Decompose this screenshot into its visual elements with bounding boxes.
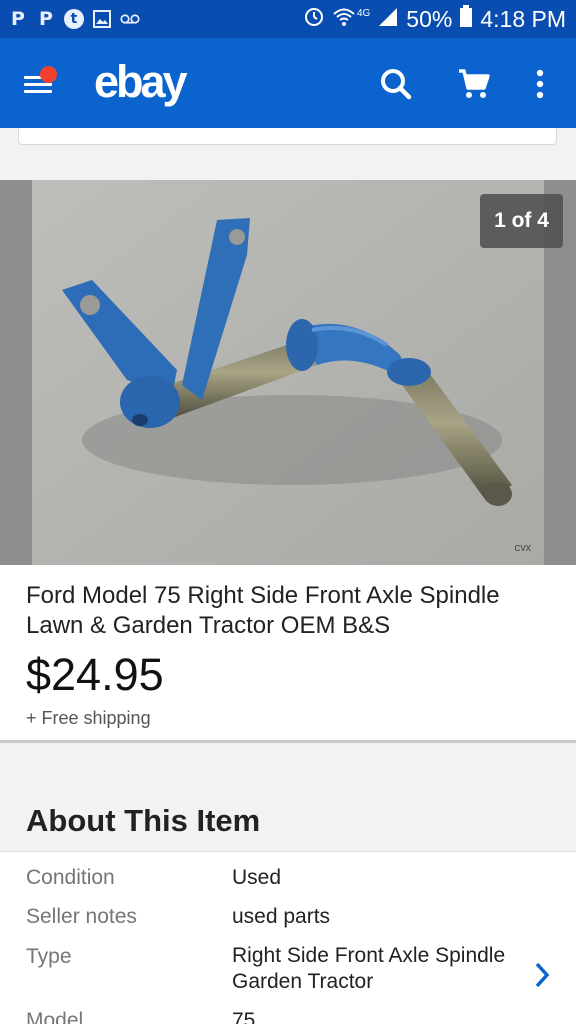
product-photo[interactable]: CVX: [32, 180, 544, 565]
spec-label-condition: Condition: [26, 866, 115, 889]
about-section-header: About This Item: [0, 743, 576, 852]
item-summary: Ford Model 75 Right Side Front Axle Spin…: [0, 565, 576, 743]
spec-value-condition: Used: [232, 866, 282, 889]
search-icon: [381, 69, 412, 100]
image-counter-badge: 1 of 4: [480, 194, 563, 248]
status-bar: P P t 4G 50% 4:18 PM: [0, 0, 576, 38]
chevron-right-icon[interactable]: [530, 960, 554, 990]
status-system-icons: 4G 50% 4:18 PM: [303, 4, 566, 34]
spindle-photo-illustration: [32, 180, 544, 565]
spec-label-seller-notes: Seller notes: [26, 905, 137, 928]
status-notification-icons: P P t: [8, 6, 140, 32]
wifi-icon: [333, 6, 355, 33]
menu-icon-bar: [24, 83, 52, 86]
battery-icon: [460, 5, 473, 33]
image-icon: [92, 9, 112, 29]
signal-icon: [378, 6, 398, 33]
menu-icon-bar: [24, 90, 52, 93]
ebay-logo[interactable]: ebay: [94, 56, 188, 108]
app-bar: ebay: [0, 38, 576, 128]
spec-value-seller-notes: used parts: [232, 905, 331, 928]
overflow-menu-button[interactable]: [522, 66, 558, 102]
photo-watermark: CVX: [514, 544, 531, 553]
notification-dot: [40, 66, 57, 83]
more-vert-icon: [536, 69, 544, 99]
cart-icon: [459, 69, 490, 98]
paypal-icon: P: [39, 8, 53, 30]
battery-level: 50%: [406, 5, 453, 32]
paypal-icon: P: [11, 8, 25, 30]
spec-value-model: 75: [232, 1009, 256, 1024]
clock: 4:18 PM: [480, 5, 566, 32]
product-image-gallery[interactable]: CVX 1 of 4: [0, 180, 576, 565]
collapsed-search-card: [18, 128, 557, 145]
network-type: 4G: [356, 7, 371, 19]
cart-button[interactable]: [456, 66, 492, 102]
voicemail-icon: [120, 9, 140, 29]
search-button[interactable]: [378, 66, 414, 102]
item-specifics: Condition Used Seller notes used parts T…: [0, 852, 576, 1024]
menu-button[interactable]: [20, 66, 60, 102]
shipping-info: + Free shipping: [26, 708, 151, 728]
spec-label-model: Model: [26, 1009, 84, 1024]
item-title: Ford Model 75 Right Side Front Axle Spin…: [26, 582, 500, 639]
item-price: $24.95: [26, 649, 164, 700]
spec-value-type[interactable]: Right Side Front Axle Spindle Garden Tra…: [232, 943, 532, 995]
about-heading: About This Item: [26, 803, 261, 838]
spec-label-type: Type: [26, 945, 72, 968]
tumblr-icon: t: [64, 9, 84, 29]
alarm-icon: [303, 5, 325, 33]
